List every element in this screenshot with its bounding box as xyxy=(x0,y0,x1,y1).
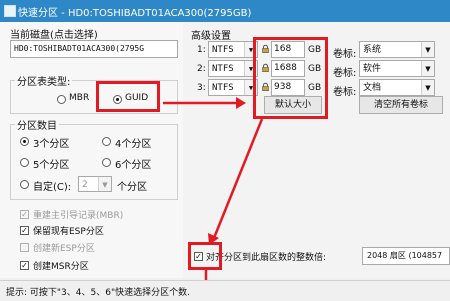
status-bar: 提示: 可按下"3、4、5、6"快速选择分区个数. xyxy=(0,280,450,301)
arrow-head xyxy=(208,233,219,245)
arrow-head xyxy=(236,97,246,109)
arrow-sizes-to-align xyxy=(212,118,264,239)
annotation-arrows xyxy=(163,97,264,296)
status-text: 提示: 可按下"3、4、5、6"快速选择分区个数. xyxy=(6,288,190,298)
